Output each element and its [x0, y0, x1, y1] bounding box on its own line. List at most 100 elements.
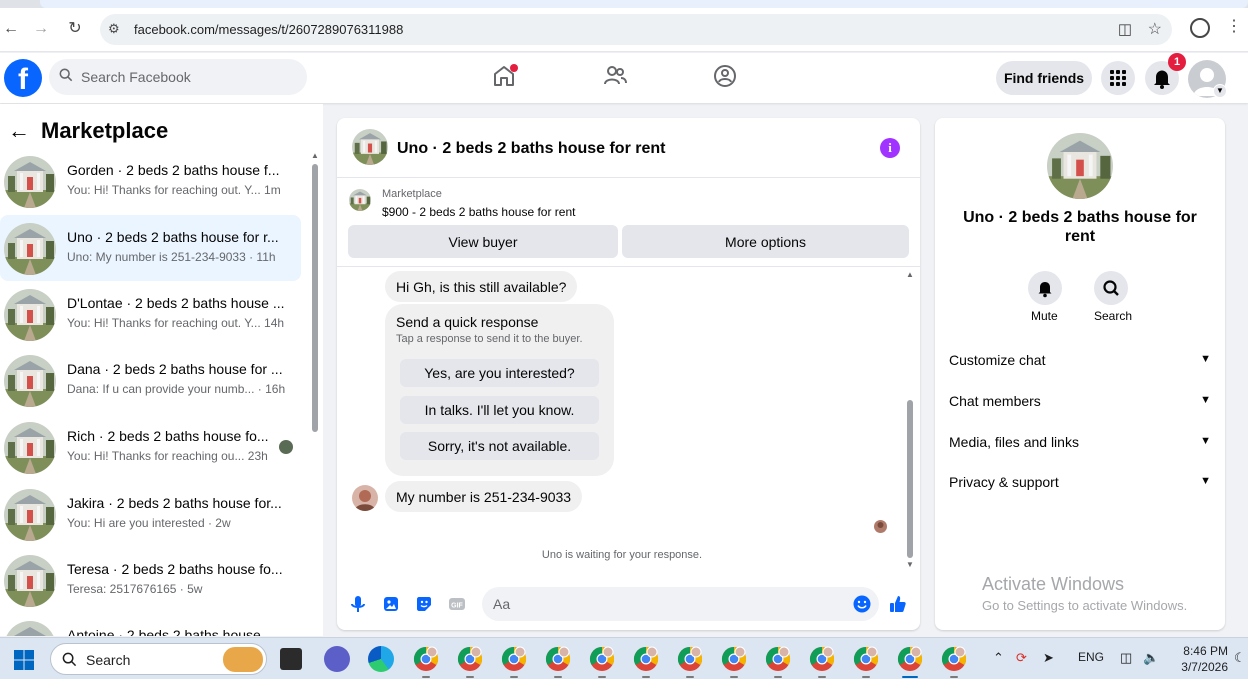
browser-profile-icon[interactable]: [1190, 18, 1210, 38]
chrome-profile-icon-active[interactable]: [897, 646, 923, 672]
chrome-profile-icon[interactable]: [721, 646, 747, 672]
chrome-profile-icon[interactable]: [941, 646, 967, 672]
thumbs-up-icon[interactable]: [888, 594, 908, 614]
active-tab[interactable]: [40, 0, 1248, 8]
more-options-button[interactable]: More options: [622, 225, 909, 258]
listing-price[interactable]: $900 - 2 beds 2 baths house for rent: [382, 205, 575, 219]
details-listing-avatar[interactable]: [1047, 133, 1113, 199]
account-caret-icon[interactable]: ▼: [1213, 84, 1227, 98]
scroll-up-arrow-icon[interactable]: ▲: [311, 151, 319, 160]
listing-thumbnail: [4, 422, 56, 474]
quick-reply-unavailable-button[interactable]: Sorry, it's not available.: [400, 432, 599, 460]
meet-app-icon[interactable]: [324, 646, 350, 672]
media-files-links-section[interactable]: Media, files and links ▼: [949, 430, 1211, 454]
microphone-icon[interactable]: [348, 594, 368, 614]
url-text[interactable]: facebook.com/messages/t/2607289076311988: [134, 22, 403, 37]
chrome-profile-icon[interactable]: [765, 646, 791, 672]
tray-overflow-icon[interactable]: ⌃: [993, 650, 1004, 666]
photo-icon[interactable]: [381, 594, 401, 614]
listing-card: Marketplace $900 - 2 beds 2 baths house …: [337, 179, 920, 267]
sidebar-scrollbar[interactable]: [312, 164, 318, 432]
site-settings-icon[interactable]: ⚙: [108, 21, 126, 37]
conversation-item[interactable]: Dana · 2 beds 2 baths house for ... Dana…: [0, 347, 301, 413]
running-indicator: [818, 676, 826, 678]
chat-scroll-down-icon[interactable]: ▼: [906, 560, 914, 569]
view-buyer-button[interactable]: View buyer: [348, 225, 618, 258]
details-title: Uno · 2 beds 2 baths house for rent: [963, 209, 1197, 245]
conversation-item[interactable]: Antoine · 2 beds 2 baths house: [0, 613, 301, 636]
friends-icon[interactable]: [602, 63, 628, 89]
bell-icon: [1038, 282, 1052, 298]
find-friends-button[interactable]: Find friends: [996, 61, 1092, 95]
emoji-icon[interactable]: [852, 594, 872, 614]
quick-reply-yes-button[interactable]: Yes, are you interested?: [400, 359, 599, 387]
browser-toolbar: ← → ↻ ⚙ facebook.com/messages/t/26072890…: [0, 0, 1248, 52]
info-icon[interactable]: i: [880, 138, 900, 158]
search-in-chat-button[interactable]: [1094, 271, 1128, 305]
chrome-profile-icon[interactable]: [633, 646, 659, 672]
chrome-profile-icon[interactable]: [545, 646, 571, 672]
chrome-profile-icon[interactable]: [589, 646, 615, 672]
customize-chat-section[interactable]: Customize chat ▼: [949, 348, 1211, 372]
chat-listing-thumbnail[interactable]: [352, 129, 388, 165]
conversation-item[interactable]: Gorden · 2 beds 2 baths house f... You: …: [0, 148, 301, 214]
chat-title[interactable]: Uno · 2 beds 2 baths house for rent: [397, 140, 665, 158]
conversation-snippet: You: Hi! Thanks for reaching out. Y... 1…: [67, 316, 285, 330]
chat-members-section[interactable]: Chat members ▼: [949, 389, 1211, 413]
listing-thumbnail: [4, 289, 56, 341]
chat-scrollbar[interactable]: [907, 400, 913, 558]
forward-icon[interactable]: →: [30, 18, 52, 40]
conversation-item[interactable]: D'Lontae · 2 beds 2 baths house ... You:…: [0, 281, 301, 347]
chrome-profile-icon[interactable]: [809, 646, 835, 672]
running-indicator: [774, 676, 782, 678]
privacy-support-section[interactable]: Privacy & support ▼: [949, 470, 1211, 494]
menu-grid-button[interactable]: [1101, 61, 1135, 95]
bookmark-star-icon[interactable]: ☆: [1148, 19, 1162, 39]
volume-icon[interactable]: 🔈: [1143, 650, 1159, 666]
conversation-item[interactable]: Teresa · 2 beds 2 baths house fo... Tere…: [0, 547, 301, 613]
mute-button[interactable]: [1028, 271, 1062, 305]
address-bar[interactable]: ⚙ facebook.com/messages/t/26072890763119…: [100, 14, 1172, 45]
windows-start-icon[interactable]: [13, 649, 35, 671]
chrome-profile-icon[interactable]: [677, 646, 703, 672]
conversation-name: D'Lontae · 2 beds 2 baths house ...: [67, 295, 285, 311]
chrome-profile-icon[interactable]: [457, 646, 483, 672]
facebook-logo-icon[interactable]: f: [4, 59, 42, 97]
conversation-item-active[interactable]: Uno · 2 beds 2 baths house for r... Uno:…: [0, 215, 301, 281]
sync-icon[interactable]: ⟳: [1016, 650, 1027, 666]
conversation-item[interactable]: Jakira · 2 beds 2 baths house for... You…: [0, 481, 301, 547]
running-indicator: [422, 676, 430, 678]
edge-browser-icon[interactable]: [368, 646, 394, 672]
chat-header: Uno · 2 beds 2 baths house for rent i: [337, 118, 920, 178]
clock-date[interactable]: 3/7/2026: [1176, 660, 1228, 674]
notification-center-icon[interactable]: ☾: [1234, 650, 1246, 666]
notification-badge: 1: [1168, 53, 1186, 71]
task-view-icon[interactable]: [280, 648, 302, 670]
reload-icon[interactable]: ↻: [64, 18, 86, 40]
quick-reply-talks-button[interactable]: In talks. I'll let you know.: [400, 396, 599, 424]
clock-time[interactable]: 8:46 PM: [1182, 644, 1228, 658]
back-icon[interactable]: ←: [0, 18, 22, 40]
sender-avatar[interactable]: [352, 485, 378, 511]
message-bubble: My number is 251-234-9033: [385, 481, 583, 512]
chrome-profile-icon[interactable]: [413, 646, 439, 672]
browser-menu-icon[interactable]: ⋮: [1226, 16, 1242, 36]
back-arrow-icon[interactable]: ←: [8, 118, 30, 144]
network-icon[interactable]: ◫: [1120, 650, 1132, 666]
message-input[interactable]: [482, 587, 879, 621]
chrome-profile-icon[interactable]: [853, 646, 879, 672]
groups-icon[interactable]: [712, 63, 738, 89]
quick-response-subtitle: Tap a response to send it to the buyer.: [396, 333, 583, 345]
chat-scroll-up-icon[interactable]: ▲: [906, 270, 914, 279]
install-app-icon[interactable]: ◫: [1118, 20, 1132, 38]
language-indicator[interactable]: ENG: [1078, 650, 1104, 664]
chrome-profile-icon[interactable]: [501, 646, 527, 672]
gif-icon[interactable]: GIF: [447, 594, 467, 614]
read-receipt-photo: [874, 520, 887, 533]
taskbar-search[interactable]: Search: [50, 643, 267, 675]
location-icon[interactable]: ➤: [1043, 650, 1054, 666]
sticker-icon[interactable]: [414, 594, 434, 614]
conversation-item[interactable]: Rich · 2 beds 2 baths house fo... You: H…: [0, 414, 301, 480]
conversation-name: Gorden · 2 beds 2 baths house f...: [67, 162, 280, 178]
facebook-search[interactable]: Search Facebook: [49, 59, 307, 95]
